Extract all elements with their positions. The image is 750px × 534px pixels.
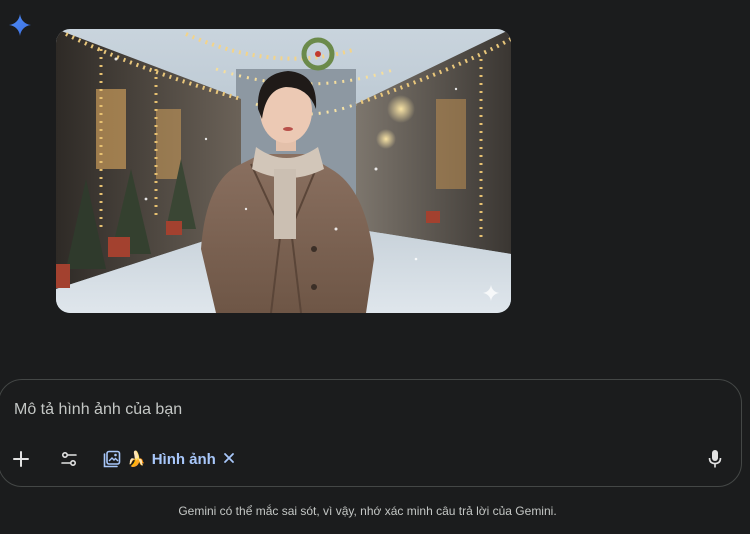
- banana-emoji: 🍌: [127, 450, 146, 468]
- plus-icon: [13, 451, 29, 467]
- generated-image[interactable]: [56, 29, 511, 313]
- close-icon: [224, 453, 234, 463]
- image-mode-label: Hình ảnh: [151, 450, 216, 468]
- tools-button[interactable]: [55, 445, 83, 473]
- add-button[interactable]: [7, 445, 35, 473]
- generated-image-photo: [56, 29, 511, 313]
- image-mode-chip[interactable]: 🍌 Hình ảnh: [103, 445, 216, 473]
- gemini-spark-icon: [9, 14, 31, 36]
- mic-icon: [708, 450, 722, 468]
- disclaimer-text: Gemini có thể mắc sai sót, vì vậy, nhớ x…: [178, 504, 557, 518]
- prompt-composer: 🍌 Hình ảnh: [0, 379, 742, 487]
- sparkle-icon: [482, 284, 500, 302]
- remove-image-mode-button[interactable]: [218, 447, 240, 469]
- image-gallery-icon: [103, 450, 121, 468]
- gemini-chat-page: 🍌 Hình ảnh Gemini có thể mắc sai sót, vì…: [0, 0, 750, 534]
- tune-icon: [61, 451, 77, 467]
- prompt-input[interactable]: [12, 398, 676, 422]
- microphone-button[interactable]: [701, 445, 729, 473]
